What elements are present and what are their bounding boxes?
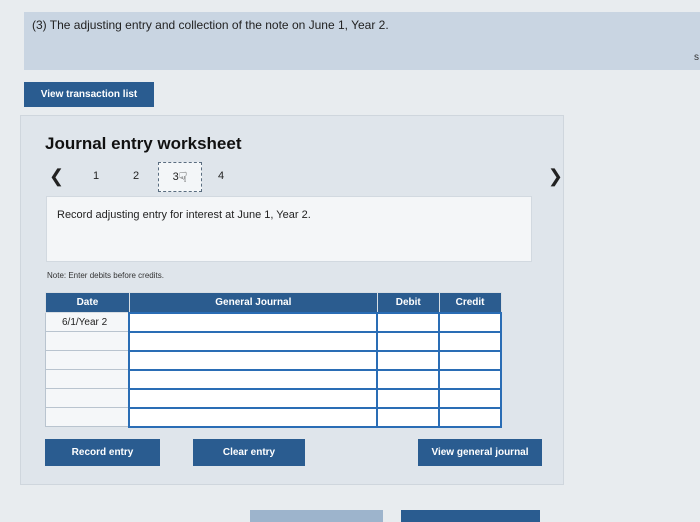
table-row xyxy=(45,330,502,352)
date-cell xyxy=(45,350,130,370)
account-input[interactable] xyxy=(128,311,379,333)
instruction-box: Record adjusting entry for interest at J… xyxy=(46,196,532,262)
right-edge-text: s xyxy=(694,52,699,63)
account-input[interactable] xyxy=(128,349,379,371)
credit-input[interactable] xyxy=(438,349,502,371)
date-cell xyxy=(45,407,130,427)
view-transaction-list-button[interactable]: View transaction list xyxy=(24,82,154,107)
credit-input[interactable] xyxy=(438,368,502,390)
view-general-journal-button[interactable]: View general journal xyxy=(418,439,542,466)
journal-table: Date General Journal Debit Credit 6/1/Ye… xyxy=(45,292,502,428)
credit-input[interactable] xyxy=(438,406,502,428)
hand-pointer-icon: ☟ xyxy=(178,168,188,185)
table-header-row: Date General Journal Debit Credit xyxy=(45,292,502,313)
question-text: (3) The adjusting entry and collection o… xyxy=(32,18,389,32)
step-4[interactable]: 4 xyxy=(218,170,224,182)
date-cell xyxy=(45,369,130,389)
table-row: 6/1/Year 2 xyxy=(45,311,502,333)
header-general-journal: General Journal xyxy=(128,292,378,313)
bottom-button-partial-right[interactable] xyxy=(401,510,540,522)
credit-input[interactable] xyxy=(438,387,502,409)
debit-input[interactable] xyxy=(376,406,441,428)
account-input[interactable] xyxy=(128,406,379,428)
debit-input[interactable] xyxy=(376,368,441,390)
header-date: Date xyxy=(45,292,130,313)
note-text: Note: Enter debits before credits. xyxy=(47,271,164,280)
worksheet-title: Journal entry worksheet xyxy=(45,134,242,153)
debit-input[interactable] xyxy=(376,311,441,333)
table-row xyxy=(45,349,502,371)
debit-input[interactable] xyxy=(376,387,441,409)
bottom-button-partial-left[interactable] xyxy=(250,510,383,522)
debit-input[interactable] xyxy=(376,349,441,371)
header-debit: Debit xyxy=(376,292,440,313)
step-2[interactable]: 2 xyxy=(133,170,139,182)
date-cell: 6/1/Year 2 xyxy=(45,312,130,332)
credit-input[interactable] xyxy=(438,311,502,333)
journal-entry-worksheet: Journal entry worksheet ❮ 1 2 3 ☟ 4 ❯ Re… xyxy=(20,115,564,485)
header-credit: Credit xyxy=(438,292,502,313)
worksheet-step-nav: ❮ 1 2 3 ☟ 4 ❯ xyxy=(45,162,563,194)
account-input[interactable] xyxy=(128,387,379,409)
table-row xyxy=(45,368,502,390)
clear-entry-button[interactable]: Clear entry xyxy=(193,439,305,466)
account-input[interactable] xyxy=(128,368,379,390)
question-bar: (3) The adjusting entry and collection o… xyxy=(24,12,700,70)
chevron-left-icon[interactable]: ❮ xyxy=(49,166,64,187)
step-3-active[interactable]: 3 ☟ xyxy=(158,162,202,192)
instruction-text: Record adjusting entry for interest at J… xyxy=(57,209,311,221)
date-cell xyxy=(45,388,130,408)
record-entry-button[interactable]: Record entry xyxy=(45,439,160,466)
credit-input[interactable] xyxy=(438,330,502,352)
table-row xyxy=(45,406,502,428)
step-1[interactable]: 1 xyxy=(93,170,99,182)
date-cell xyxy=(45,331,130,351)
chevron-right-icon[interactable]: ❯ xyxy=(548,166,563,187)
account-input[interactable] xyxy=(128,330,379,352)
debit-input[interactable] xyxy=(376,330,441,352)
table-row xyxy=(45,387,502,409)
